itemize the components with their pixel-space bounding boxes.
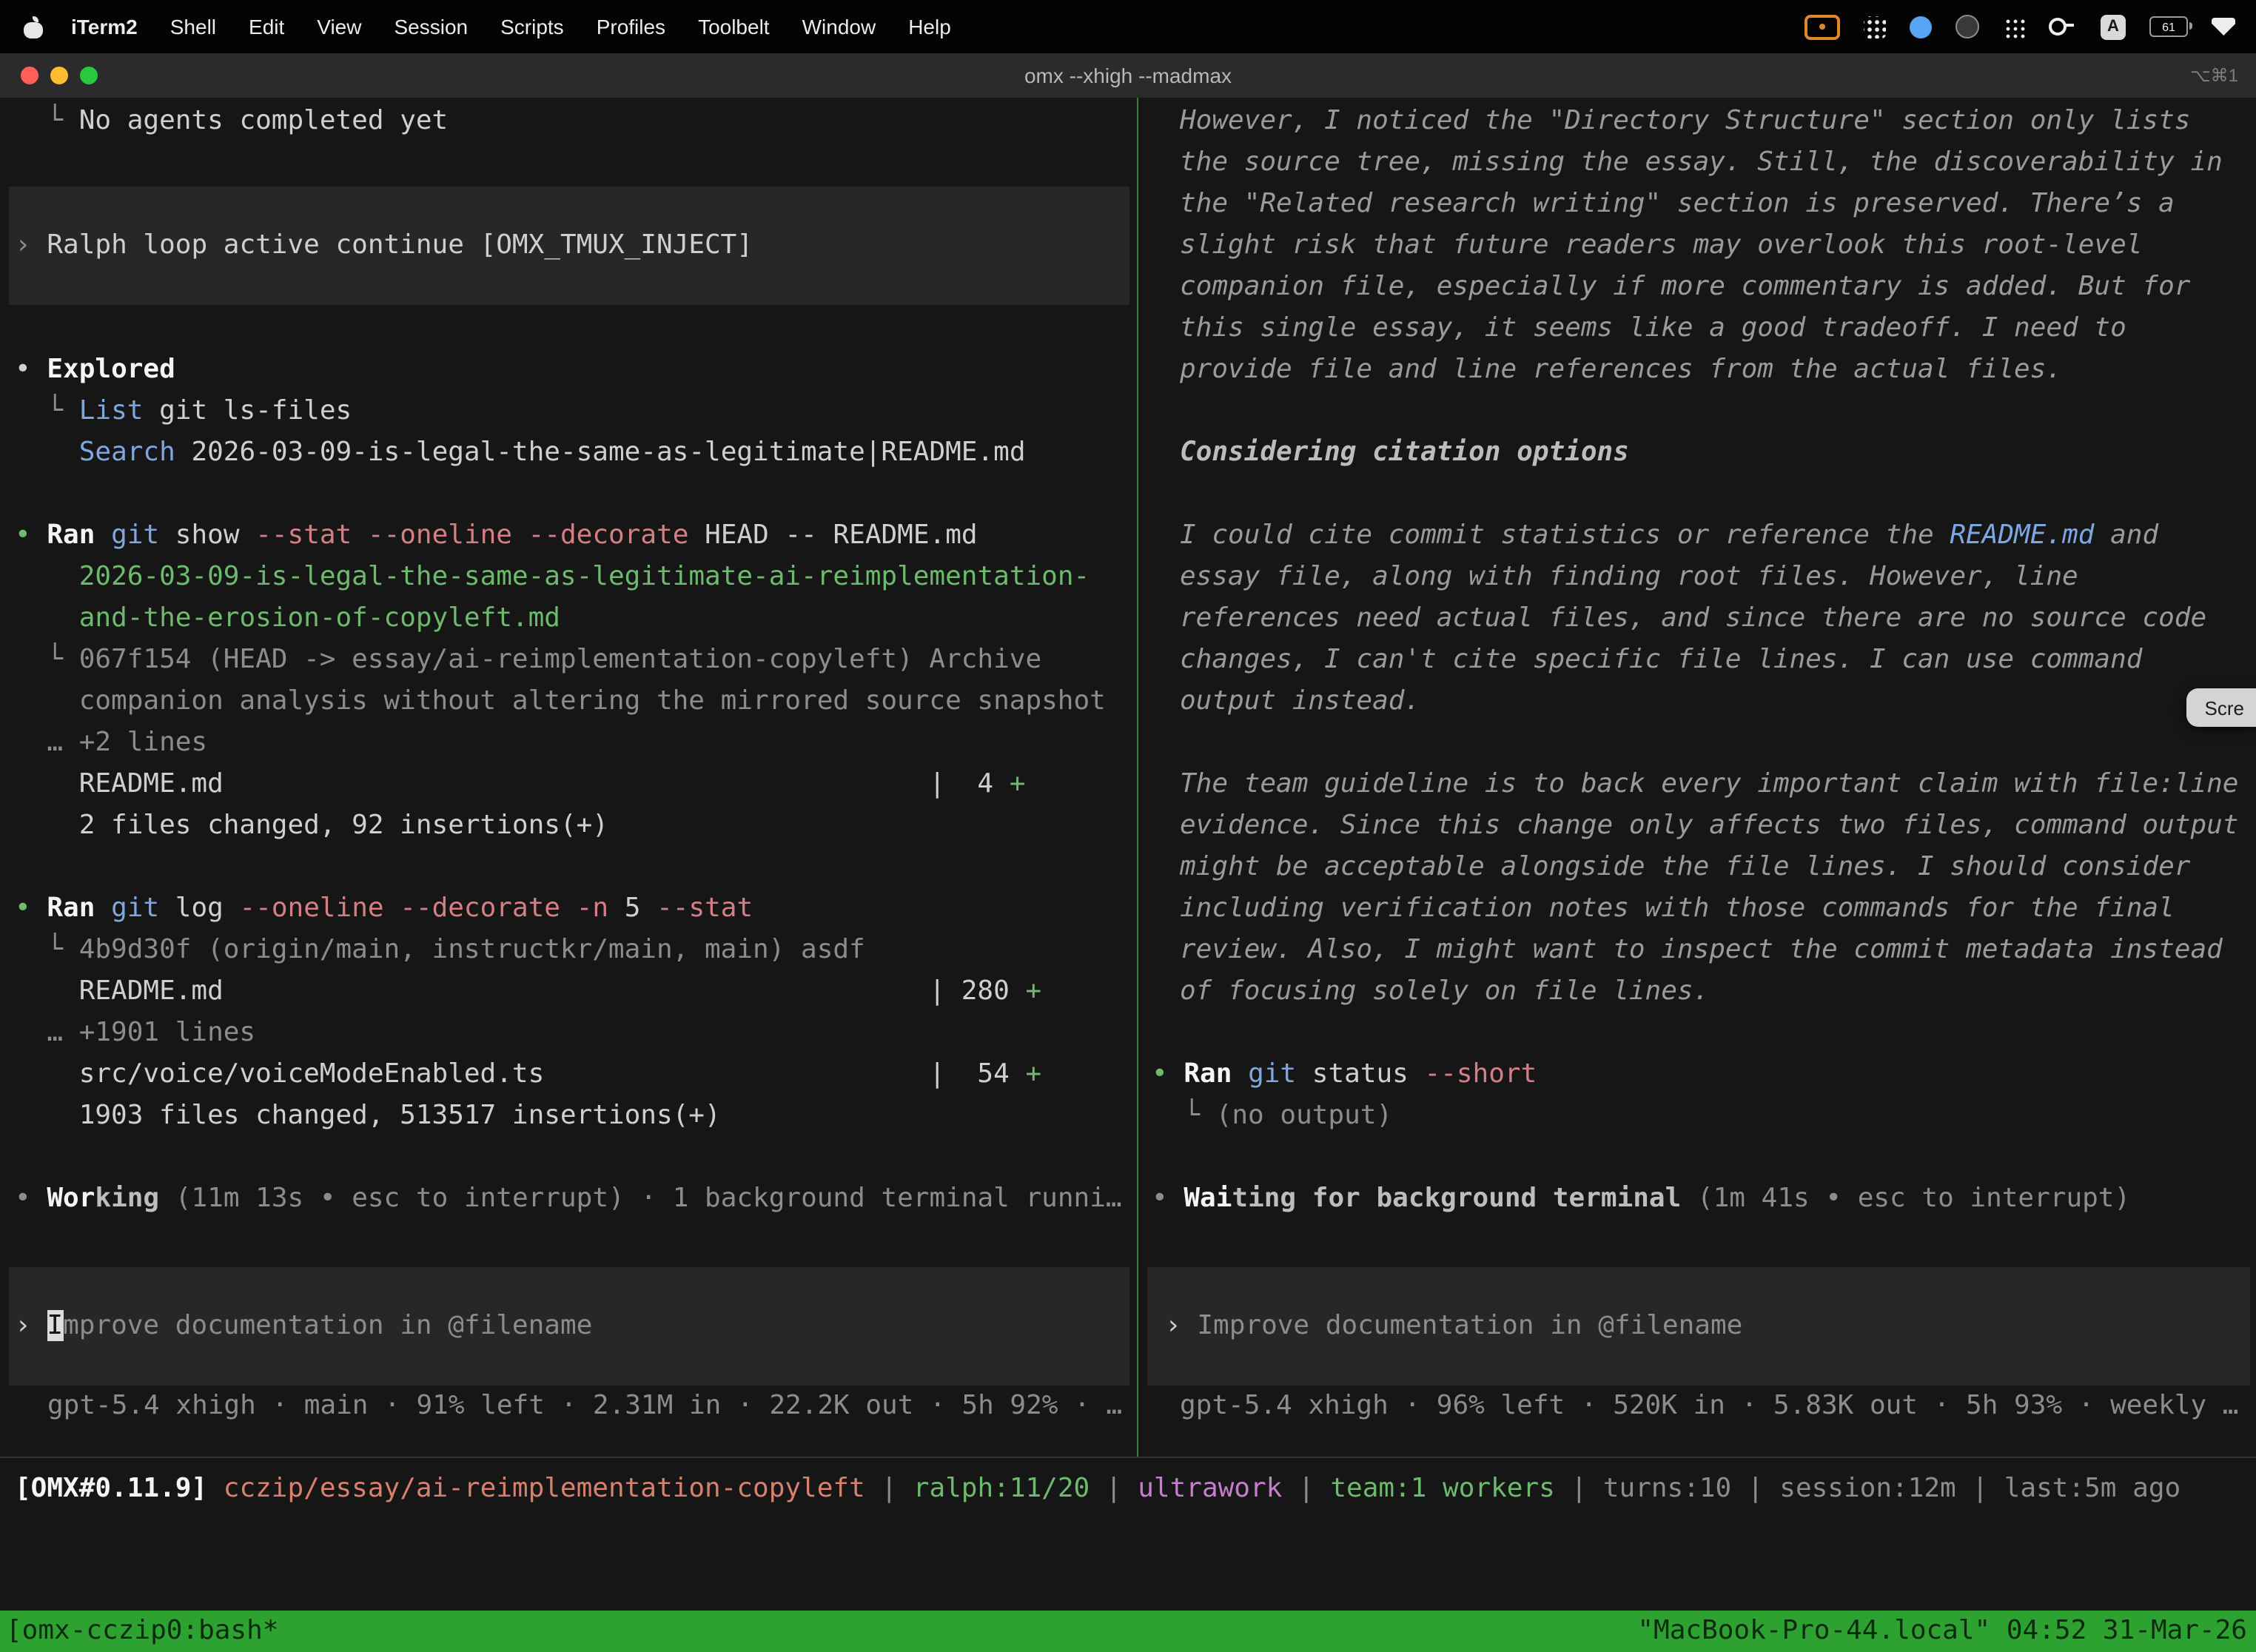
terminal-line: However, I noticed the "Directory Struct… bbox=[1180, 101, 2190, 142]
terminal-line: provide file and line references from th… bbox=[1180, 349, 2062, 391]
window-shortcut-badge: ⌥⌘1 bbox=[2190, 53, 2238, 98]
terminal-line: references need actual files, and since … bbox=[1180, 598, 2206, 639]
terminal-line: The team guideline is to back every impo… bbox=[1180, 764, 2239, 805]
terminal-line: └ 4b9d30f (origin/main, instructkr/main,… bbox=[15, 930, 865, 971]
right-prompt-text: › Improve documentation in @filename bbox=[1165, 1306, 1742, 1347]
menu-item-help[interactable]: Help bbox=[892, 0, 967, 53]
omx-status-line: [OMX#0.11.9] cczip/essay/ai-reimplementa… bbox=[15, 1468, 2181, 1510]
menu-item-view[interactable]: View bbox=[301, 0, 377, 53]
pane-divider[interactable] bbox=[1137, 98, 1138, 1457]
menu-bar: iTerm2ShellEditViewSessionScriptsProfile… bbox=[0, 0, 2256, 53]
left-activity-line: • Working (11m 13s • esc to interrupt) ·… bbox=[15, 1178, 1122, 1220]
window-title-bar: omx --xhigh --madmax ⌥⌘1 bbox=[0, 53, 2256, 99]
terminal-line: • Ran git log --oneline --decorate -n 5 … bbox=[15, 888, 753, 930]
terminal-line: • Ran git show --stat --oneline --decora… bbox=[15, 515, 978, 557]
terminal-line: └ (no output) bbox=[1152, 1095, 1392, 1137]
terminal-line: 2 files changed, 92 insertions(+) bbox=[15, 805, 608, 847]
dots-grid-icon[interactable] bbox=[2003, 16, 2025, 38]
keyboard-layout-icon[interactable]: A bbox=[2101, 14, 2126, 39]
tmux-status-bar: [omx-cczip0:bash* "MacBook-Pro-44.local"… bbox=[0, 1611, 2256, 1652]
right-status-line: gpt-5.4 xhigh · 96% left · 520K in · 5.8… bbox=[1180, 1386, 2239, 1427]
terminal-line: README.md | 4 + bbox=[15, 764, 1025, 805]
notification-peek[interactable]: Scre bbox=[2187, 688, 2256, 727]
blue-app-icon[interactable] bbox=[1910, 16, 1932, 38]
thinking-heading: Considering citation options bbox=[1180, 432, 1629, 474]
terminal-line: I could cite commit statistics or refere… bbox=[1180, 515, 2158, 557]
menu-item-session[interactable]: Session bbox=[377, 0, 484, 53]
terminal-line: … +2 lines bbox=[15, 722, 207, 764]
inject-banner-text: › Ralph loop active continue [OMX_TMUX_I… bbox=[15, 225, 753, 266]
notification-text: Scre bbox=[2205, 696, 2244, 719]
menu-item-iterm2[interactable]: iTerm2 bbox=[55, 0, 154, 53]
menu-item-edit[interactable]: Edit bbox=[232, 0, 301, 53]
terminal-line: and-the-erosion-of-copyleft.md bbox=[15, 598, 560, 639]
menu-status-icons: A 61 bbox=[1805, 14, 2256, 39]
terminal-line: Search 2026-03-09-is-legal-the-same-as-l… bbox=[15, 432, 1026, 474]
grid-app-icon[interactable] bbox=[1864, 16, 1886, 38]
terminal-line: └ List git ls-files bbox=[15, 391, 352, 432]
terminal-line: • Ran git status --short bbox=[1152, 1054, 1537, 1095]
menu-item-shell[interactable]: Shell bbox=[154, 0, 232, 53]
screen: iTerm2ShellEditViewSessionScriptsProfile… bbox=[0, 0, 2256, 1652]
pane-bottom-border bbox=[0, 1457, 2256, 1458]
terminal-line: 1903 files changed, 513517 insertions(+) bbox=[15, 1095, 721, 1137]
dark-app-icon[interactable] bbox=[1955, 15, 1979, 38]
terminal-line: companion analysis without altering the … bbox=[15, 681, 1106, 722]
terminal-line: changes, I can't cite specific file line… bbox=[1180, 639, 2142, 681]
terminal-line: • Explored bbox=[15, 349, 175, 391]
terminal-line: └ 067f154 (HEAD -> essay/ai-reimplementa… bbox=[15, 639, 1041, 681]
terminal-line: essay file, along with finding root file… bbox=[1180, 557, 2078, 598]
terminal-line: including verification notes with those … bbox=[1180, 888, 2175, 930]
tmux-session-label: [omx-cczip0:bash* bbox=[0, 1611, 278, 1652]
wifi-icon[interactable] bbox=[2212, 18, 2235, 36]
terminal-line: the source tree, missing the essay. Stil… bbox=[1180, 142, 2223, 184]
left-status-line: gpt-5.4 xhigh · main · 91% left · 2.31M … bbox=[47, 1386, 1122, 1427]
menu-item-scripts[interactable]: Scripts bbox=[484, 0, 580, 53]
menu-item-toolbelt[interactable]: Toolbelt bbox=[682, 0, 786, 53]
menu-items: iTerm2ShellEditViewSessionScriptsProfile… bbox=[55, 0, 967, 53]
window-title: omx --xhigh --madmax bbox=[0, 53, 2256, 98]
key-icon[interactable] bbox=[2049, 18, 2067, 36]
terminal-line: the "Related research writing" section i… bbox=[1180, 184, 2175, 225]
menu-item-profiles[interactable]: Profiles bbox=[580, 0, 682, 53]
terminal-line: of focusing solely on file lines. bbox=[1180, 971, 1709, 1013]
terminal-line: 2026-03-09-is-legal-the-same-as-legitima… bbox=[15, 557, 1090, 598]
terminal-line: review. Also, I might want to inspect th… bbox=[1180, 930, 2223, 971]
screen-recording-icon[interactable] bbox=[1805, 14, 1840, 39]
terminal-line: slight risk that future readers may over… bbox=[1180, 225, 2142, 266]
battery-icon[interactable]: 61 bbox=[2149, 16, 2188, 37]
terminal-line: companion file, especially if more comme… bbox=[1180, 266, 2190, 308]
terminal-line: src/voice/voiceModeEnabled.ts | 54 + bbox=[15, 1054, 1041, 1095]
tmux-host-clock: "MacBook-Pro-44.local" 04:52 31-Mar-26 bbox=[1637, 1611, 2256, 1652]
right-activity-line: • Waiting for background terminal (1m 41… bbox=[1152, 1178, 2130, 1220]
menu-item-window[interactable]: Window bbox=[786, 0, 893, 53]
terminal-line: evidence. Since this change only affects… bbox=[1180, 805, 2239, 847]
terminal-line: this single essay, it seems like a good … bbox=[1180, 308, 2126, 349]
left-prompt-text: › Improve documentation in @filename bbox=[15, 1306, 592, 1347]
terminal-line: └ No agents completed yet bbox=[15, 101, 448, 142]
terminal-line: might be acceptable alongside the file l… bbox=[1180, 847, 2190, 888]
terminal-line: README.md | 280 + bbox=[15, 971, 1041, 1013]
apple-menu-icon[interactable] bbox=[24, 16, 43, 38]
terminal-line: … +1901 lines bbox=[15, 1013, 255, 1054]
terminal-line: output instead. bbox=[1180, 681, 1420, 722]
